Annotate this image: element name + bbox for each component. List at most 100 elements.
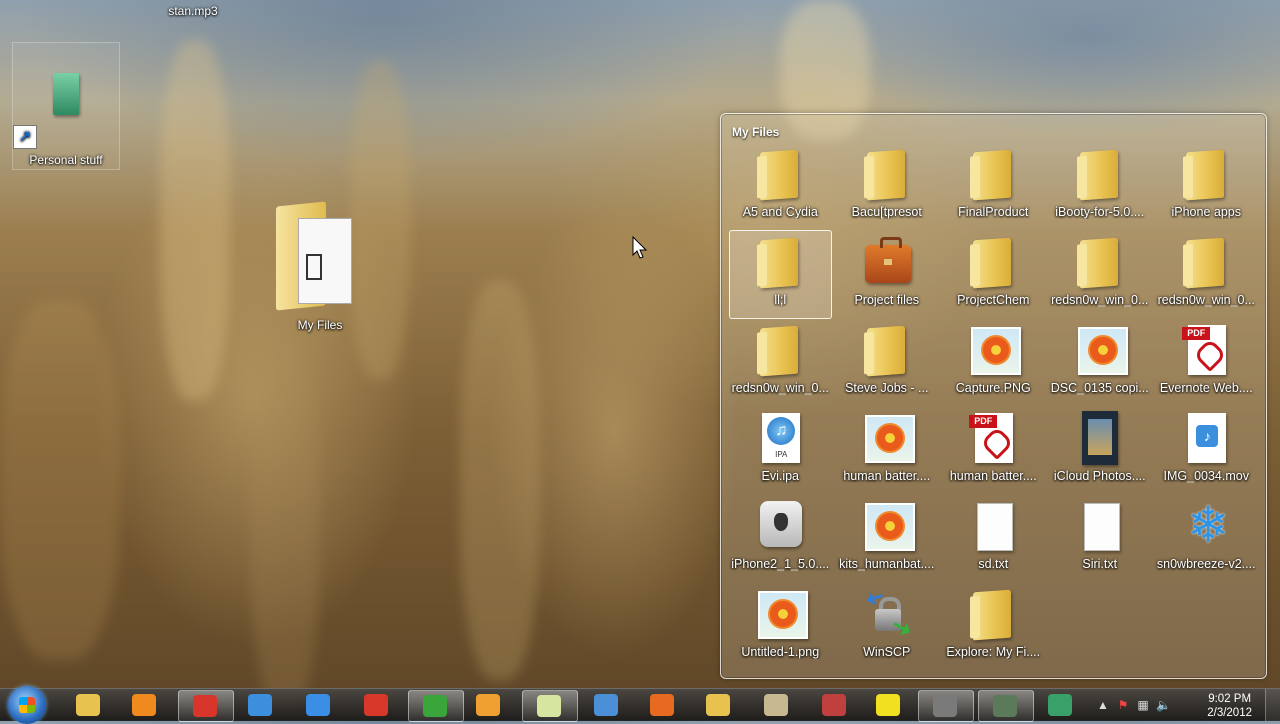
folder-icon xyxy=(752,321,808,379)
show-hidden-icons-icon[interactable]: ▲ xyxy=(1096,698,1110,712)
taskbar: ▲ ⚑ ▦ 🔈 9:02 PM 2/3/2012 xyxy=(0,686,1280,724)
picture-icon xyxy=(752,585,809,643)
taskbar-button-folder[interactable] xyxy=(692,690,746,720)
taskbar-button-camera[interactable] xyxy=(978,690,1034,722)
fence-item[interactable]: Siri.txt xyxy=(1047,495,1154,583)
taskbar-button-seven[interactable] xyxy=(862,690,916,720)
folder-icon xyxy=(1072,145,1128,203)
fence-item[interactable]: Explore: My Fi.... xyxy=(940,583,1047,671)
text-file-icon xyxy=(1072,497,1128,555)
fence-item[interactable]: kits_humanbat.... xyxy=(834,495,941,583)
picture-icon xyxy=(859,497,915,555)
fence-item[interactable]: redsn0w_win_0... xyxy=(727,319,834,407)
green-app-icon xyxy=(1048,694,1072,716)
desktop-icon-my-files[interactable]: My Files xyxy=(270,200,370,334)
fence-item[interactable]: iBooty-for-5.0.... xyxy=(1047,143,1154,231)
action-center-flag-icon[interactable]: ⚑ xyxy=(1116,698,1130,712)
fence-item[interactable]: Steve Jobs - ... xyxy=(834,319,941,407)
show-desktop-button[interactable] xyxy=(1265,689,1280,721)
fence-item[interactable]: redsn0w_win_0... xyxy=(1047,231,1154,319)
fence-item[interactable]: Untitled-1.png xyxy=(727,583,834,671)
clock-date: 2/3/2012 xyxy=(1207,707,1252,719)
fence-item-label: Evernote Web.... xyxy=(1159,381,1253,395)
fence-item[interactable]: IMG_0034.mov xyxy=(1153,407,1260,495)
ipsw-file-icon xyxy=(752,497,808,555)
fence-item[interactable]: sd.txt xyxy=(940,495,1047,583)
fence-item[interactable]: Evernote Web.... xyxy=(1153,319,1260,407)
desktop-icon-label: Personal stuff xyxy=(29,153,103,167)
media-tool-icon xyxy=(364,694,388,716)
green-app-icon xyxy=(53,73,79,115)
fence-item[interactable]: iCloud Photos.... xyxy=(1047,407,1154,495)
ipa-file-icon xyxy=(752,409,808,467)
taskbar-button-tool[interactable] xyxy=(918,690,974,722)
fence-item-label: IMG_0034.mov xyxy=(1163,469,1249,483)
package-icon xyxy=(764,694,788,716)
folder-icon xyxy=(276,201,352,311)
fence-item-label: Siri.txt xyxy=(1082,557,1118,571)
fence-item-label: A5 and Cydia xyxy=(742,205,818,219)
safari-icon xyxy=(248,694,272,716)
fence-item[interactable]: iPhone2_1_5.0.... xyxy=(727,495,834,583)
winscp-icon xyxy=(859,585,915,643)
fence-item[interactable]: ProjectChem xyxy=(940,231,1047,319)
firefox-icon xyxy=(650,694,674,716)
volume-icon[interactable]: 🔈 xyxy=(1156,698,1171,712)
media-player-icon xyxy=(476,694,500,716)
fence-item[interactable]: DSC_0135 copi... xyxy=(1047,319,1154,407)
fence-item[interactable]: Project files xyxy=(834,231,941,319)
fence-item-label: kits_humanbat.... xyxy=(839,557,935,571)
fence-item[interactable]: A5 and Cydia xyxy=(727,143,834,231)
folder-icon xyxy=(965,145,1021,203)
fence-item[interactable]: human batter.... xyxy=(834,407,941,495)
fence-item[interactable]: FinalProduct xyxy=(940,143,1047,231)
desktop-icon-label: My Files xyxy=(297,318,343,332)
taskbar-button-firefox[interactable] xyxy=(636,690,690,720)
taskbar-button-package[interactable] xyxy=(750,690,804,720)
notepad-icon xyxy=(537,695,561,717)
folder-icon xyxy=(1072,233,1128,291)
folder-icon xyxy=(859,321,915,379)
taskbar-button-safari[interactable] xyxy=(234,690,288,720)
fence-item[interactable]: Bacu[tpresot xyxy=(834,143,941,231)
clock[interactable]: 9:02 PM 2/3/2012 xyxy=(1207,692,1252,720)
fence-item-label: Bacu[tpresot xyxy=(851,205,922,219)
utorrent-icon xyxy=(423,695,447,717)
document-icon xyxy=(594,694,618,716)
fence-item[interactable]: Capture.PNG xyxy=(940,319,1047,407)
fence-item[interactable]: WinSCP xyxy=(834,583,941,671)
taskbar-button-outlook[interactable] xyxy=(118,690,172,720)
taskbar-button-itunes[interactable] xyxy=(292,690,346,720)
fence-item[interactable]: ❄ sn0wbreeze-v2.... xyxy=(1153,495,1260,583)
fence-item[interactable]: Evi.ipa xyxy=(727,407,834,495)
taskbar-button-media-tool[interactable] xyxy=(350,690,404,720)
desktop-icon-personal-stuff[interactable]: ↗ Personal stuff xyxy=(12,42,120,170)
fence-item-label: Project files xyxy=(854,293,920,307)
folder-icon xyxy=(1178,145,1234,203)
fence-item-label: FinalProduct xyxy=(958,205,1029,219)
taskbar-button-explorer[interactable] xyxy=(62,690,116,720)
taskbar-button-chrome[interactable] xyxy=(178,690,234,722)
taskbar-button-media-player[interactable] xyxy=(462,690,516,720)
my-files-fence-panel[interactable]: My Files A5 and Cydia Bacu[tpresot FinalPr… xyxy=(720,113,1267,679)
fence-item[interactable]: redsn0w_win_0... xyxy=(1153,231,1260,319)
network-icon[interactable]: ▦ xyxy=(1136,698,1150,712)
start-button[interactable] xyxy=(8,686,46,724)
taskbar-button-notepad[interactable] xyxy=(522,690,578,722)
taskbar-button-remote[interactable] xyxy=(808,690,862,720)
remote-icon xyxy=(822,694,846,716)
fence-item[interactable]: iPhone apps xyxy=(1153,143,1260,231)
taskbar-button-green-app[interactable] xyxy=(1034,690,1088,720)
fence-item-grid: A5 and Cydia Bacu[tpresot FinalProduct iBoo… xyxy=(727,143,1260,671)
fence-item-label: sn0wbreeze-v2.... xyxy=(1156,557,1256,571)
fence-item[interactable]: human batter.... xyxy=(940,407,1047,495)
folder-icon xyxy=(752,145,808,203)
fence-item-label: redsn0w_win_0... xyxy=(731,381,829,395)
fence-item-label: Explore: My Fi.... xyxy=(946,645,1041,659)
desktop-icon-stan-mp3[interactable]: stan.mp3 xyxy=(150,4,236,18)
fence-item-label: WinSCP xyxy=(863,645,911,659)
taskbar-button-document[interactable] xyxy=(580,690,634,720)
fence-item[interactable]: ll;l xyxy=(729,230,832,319)
taskbar-button-utorrent[interactable] xyxy=(408,690,464,722)
folder-icon xyxy=(859,145,915,203)
